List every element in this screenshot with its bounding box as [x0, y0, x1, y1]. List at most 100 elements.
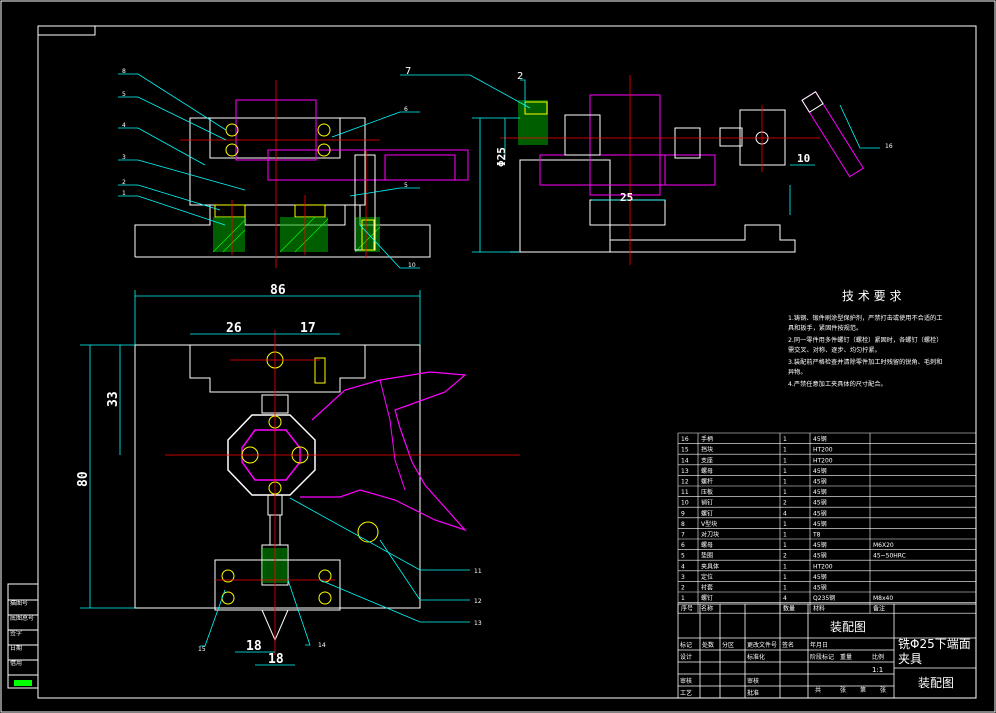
bom-cell-name: 垫圈 — [701, 552, 713, 560]
bom-cell-no: 10 — [681, 500, 689, 507]
bom-cell-no: 15 — [681, 447, 689, 454]
tech-line-6: 4.严禁任意加工夹具体的尺寸配合。 — [788, 380, 887, 388]
bom-cell-qty: 1 — [783, 447, 787, 454]
bom-cell-no: 2 — [681, 585, 685, 592]
bom-cell-name: V型块 — [701, 520, 717, 528]
bom-cell-no: 5 — [681, 553, 685, 560]
tb-sheet-no: 第 — [860, 686, 866, 694]
bom-cell-qty: 2 — [783, 500, 787, 507]
tb-sheets: 张 — [840, 686, 846, 694]
bom-cell-name: 手柄 — [701, 435, 713, 443]
bom-cell-no: 6 — [681, 542, 685, 549]
tb-count: 处数 — [702, 641, 714, 649]
tech-line-2: 2.同一零件用多件螺钉（螺栓）紧固时，各螺钉（螺栓） — [788, 336, 942, 344]
strip-label-0: 描图号 — [10, 599, 28, 607]
bom-cell-no: 4 — [681, 563, 685, 570]
drawing-frame — [0, 0, 996, 713]
bom-cell-name: 挡块 — [701, 446, 713, 454]
bom-cell-name: 螺母 — [701, 541, 713, 549]
bom-cell-qty: 1 — [783, 542, 787, 549]
dim-18b: 18 — [268, 652, 284, 667]
bom-header-note: 备注 — [873, 605, 885, 613]
bom-cell-qty: 1 — [783, 563, 787, 570]
bom-cell-no: 12 — [681, 479, 689, 486]
bom-cell-no: 3 — [681, 574, 685, 581]
bom-cell-mat: T8 — [812, 532, 821, 539]
bom-cell-qty: 1 — [783, 479, 787, 486]
balloon-2: 2 — [122, 179, 126, 186]
tb-process: 工艺 — [680, 689, 692, 697]
tb-stage: 阶段标记 — [810, 653, 834, 661]
front-view: 86 26 17 33 80 18 18 11 12 13 15 14 — [76, 283, 520, 667]
bom-cell-mat: 45钢 — [813, 584, 827, 592]
dim-phi25: Φ25 — [495, 147, 508, 167]
balloon-5b: 5 — [404, 182, 408, 189]
tb-weight: 重量 — [840, 653, 852, 661]
bom-cell-mat: 45钢 — [813, 541, 827, 549]
bom-cell-name: 螺钉 — [701, 509, 713, 517]
balloon-16: 16 — [885, 143, 893, 150]
part-name: 铣Φ25下端面 — [898, 637, 971, 651]
cad-drawing-canvas[interactable]: 描图号 底图总号 签字 日期 借用 8 5 4 3 2 1 6 5 10 7 2… — [0, 0, 996, 713]
bom-cell-mat: HT200 — [813, 447, 833, 454]
dim-80: 80 — [76, 471, 91, 487]
bom-cell-name: 定位 — [701, 573, 713, 581]
dim-86: 86 — [270, 283, 286, 298]
bom-cell-mat: HT200 — [813, 457, 833, 464]
bom-cell-qty: 1 — [783, 436, 787, 443]
bom-cell-mat: 45钢 — [813, 552, 827, 560]
bom-cell-name: 夹具体 — [701, 562, 719, 570]
tb-total: 共 — [815, 686, 821, 694]
tb-date: 年月日 — [810, 641, 828, 649]
bom-header-no: 序号 — [681, 605, 693, 613]
bom-cell-mat: Q235钢 — [813, 594, 835, 602]
bom-cell-qty: 1 — [783, 468, 787, 475]
tb-change: 更改文件号 — [747, 641, 777, 649]
tech-line-4: 3.装配前严格检查并清除零件加工时残留的锐角、毛刺和 — [788, 358, 942, 366]
balloon-7: 7 — [405, 66, 411, 77]
balloon-4: 4 — [122, 122, 126, 129]
tb-review-2: 审核 — [747, 677, 759, 685]
tb-approve: 批准 — [747, 689, 759, 697]
bom-cell-no: 9 — [681, 510, 685, 517]
bom-cell-name: 压板 — [701, 488, 713, 496]
dim-18a: 18 — [246, 639, 262, 654]
part-name-2: 夹具 — [898, 652, 922, 666]
bom-cell-no: 13 — [681, 468, 689, 475]
tech-line-5: 异物。 — [788, 368, 807, 376]
bom-header-name: 名称 — [701, 605, 713, 613]
dim-25: 25 — [620, 191, 633, 204]
balloon-11: 11 — [474, 568, 482, 575]
bom-cell-no: 11 — [681, 489, 689, 496]
bom-cell-mat: HT200 — [813, 563, 833, 570]
bom-cell-qty: 2 — [783, 553, 787, 560]
bom-cell-no: 8 — [681, 521, 685, 528]
bom-cell-qty: 1 — [783, 457, 787, 464]
drawing-name-2: 装配图 — [918, 676, 954, 690]
bom-cell-name: 支座 — [701, 456, 713, 464]
tech-line-3: 需交叉、对称、逐步、均匀拧紧。 — [788, 346, 881, 354]
technical-requirements: 技 术 要 求 1.铸钢、锻件刷涂型保护剂，严禁打击或使用不合适的工 具和扳手，… — [788, 289, 942, 388]
bom-cell-qty: 1 — [783, 585, 787, 592]
tb-sign: 签名 — [782, 641, 794, 649]
dim-26: 26 — [226, 321, 242, 336]
strip-label-2: 签字 — [10, 629, 22, 637]
bom-cell-no: 14 — [681, 457, 689, 464]
bom-header-qty: 数量 — [783, 605, 795, 613]
bom-cell-name: 对刀块 — [701, 531, 719, 539]
bom-cell-qty: 1 — [783, 532, 787, 539]
tb-sheet: 张 — [880, 686, 886, 694]
bom-cell-name: 螺母 — [701, 467, 713, 475]
tb-standard: 标准化 — [747, 653, 765, 661]
bom-cell-mat: 45钢 — [813, 520, 827, 528]
bom-cell-mat: 45钢 — [813, 435, 827, 443]
tb-design: 设计 — [680, 653, 692, 661]
bom-cell-note: M8x40 — [873, 595, 893, 602]
balloon-10: 10 — [408, 262, 416, 269]
strip-label-1: 底图总号 — [10, 614, 34, 622]
strip-label-4: 借用 — [10, 659, 22, 667]
bom-cell-qty: 1 — [783, 489, 787, 496]
tb-scale: 比例 — [872, 653, 884, 661]
drawing-name: 装配图 — [830, 620, 866, 634]
bom-table: 16 手柄 1 45钢15 挡块 1 HT20014 支座 1 HT20013 螺母 1 45钢12 螺杆… — [677, 432, 977, 614]
